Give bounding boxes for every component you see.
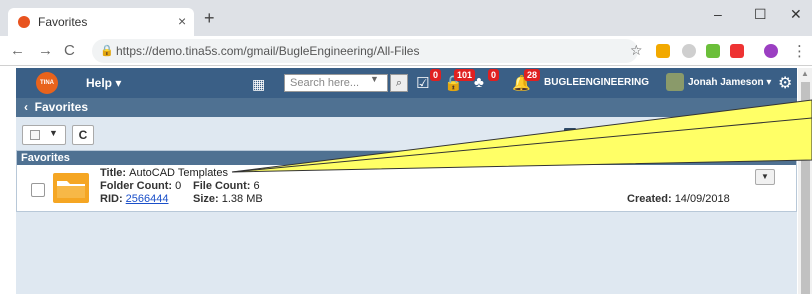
rid-link[interactable]: 2566444 <box>126 193 169 205</box>
scrollbar-thumb[interactable] <box>801 82 810 294</box>
refresh-button[interactable]: C <box>72 125 94 145</box>
alerts-badge: 28 <box>524 69 541 81</box>
browser-tab-bar: Favorites × + – ☐ ✕ <box>0 0 812 36</box>
breadcrumb[interactable]: ‹ Favorites <box>16 98 797 117</box>
search-dropdown-icon[interactable]: ▼ <box>370 74 379 84</box>
avatar[interactable] <box>666 73 684 91</box>
browser-tab[interactable]: Favorites × <box>8 8 194 36</box>
row-checkbox[interactable] <box>31 183 45 197</box>
tasks-icon[interactable]: ☑ <box>416 74 429 92</box>
forward-icon[interactable]: → <box>38 42 53 59</box>
org-chart-icon[interactable]: ♣ <box>474 74 484 91</box>
extension-icon[interactable] <box>706 44 720 58</box>
back-icon[interactable]: ← <box>10 42 25 59</box>
org-badge: 0 <box>488 69 500 81</box>
apps-grid-icon[interactable]: ▦ <box>252 76 265 93</box>
user-menu[interactable]: Jonah Jameson ▾ <box>688 77 771 88</box>
created-value: 14/09/2018 <box>674 193 730 205</box>
size: Size: 1.38 MB <box>193 193 263 205</box>
tab-title: Favorites <box>38 15 88 29</box>
close-window-icon[interactable]: ✕ <box>790 6 802 23</box>
extension-icon[interactable] <box>730 44 744 58</box>
new-tab-icon[interactable]: + <box>204 8 215 29</box>
close-tab-icon[interactable]: × <box>178 13 186 29</box>
image-view-icon[interactable] <box>620 128 632 140</box>
panel-header: Favorites <box>17 151 796 165</box>
gear-icon[interactable]: ⚙ <box>778 73 792 93</box>
url-text: https://demo.tina5s.com/gmail/BugleEngin… <box>116 44 420 58</box>
grid-view-icon[interactable] <box>648 128 660 140</box>
rid-label: RID: <box>100 193 123 205</box>
minimize-icon[interactable]: – <box>714 6 722 22</box>
title-label: Title: <box>100 167 127 179</box>
folder-icon[interactable] <box>53 173 89 203</box>
title-value: AutoCAD Templates <box>129 167 228 179</box>
app-logo[interactable]: TINA <box>36 72 58 94</box>
chevron-down-icon[interactable]: ▼ <box>49 128 58 138</box>
size-label: Size: <box>193 193 219 205</box>
help-menu[interactable]: Help ▾ <box>86 76 121 90</box>
folder-count-label: Folder Count: <box>100 180 173 192</box>
search-icon[interactable]: ⌕ <box>390 74 408 92</box>
rid: RID: 2566444 <box>100 193 169 205</box>
tasks-badge: 0 <box>430 69 442 81</box>
reload-icon[interactable]: C <box>64 42 75 59</box>
breadcrumb-label[interactable]: ‹ Favorites <box>24 100 88 114</box>
lock-icon: 🔒 <box>100 45 114 57</box>
created: Created: 14/09/2018 <box>627 193 730 205</box>
select-all-dropdown[interactable]: ▼ <box>22 125 66 145</box>
item-title: Title: AutoCAD Templates <box>100 167 228 179</box>
main-content: ▼ C Favorites Title: AutoCAD Templates F… <box>16 117 797 294</box>
address-bar[interactable]: 🔒 https://demo.tina5s.com/gmail/BugleEng… <box>92 39 643 63</box>
row-dropdown-button[interactable]: ▼ <box>755 169 775 185</box>
profile-icon[interactable] <box>764 44 778 58</box>
app-header: TINA Help ▾ ▦ Search here... ▼ ⌕ ☑ 0 🔒 1… <box>16 68 797 98</box>
favorites-panel: Favorites Title: AutoCAD Templates Folde… <box>16 150 797 212</box>
scroll-up-icon[interactable]: ▲ <box>801 69 809 78</box>
folder-view-icon[interactable] <box>588 128 600 140</box>
browser-toolbar: ← → C 🔒 https://demo.tina5s.com/gmail/Bu… <box>0 36 812 66</box>
list-view-icon[interactable] <box>564 128 576 140</box>
file-count: File Count: 6 <box>193 180 260 192</box>
folder-count: Folder Count: 0 <box>100 180 181 192</box>
select-all-checkbox[interactable] <box>30 130 40 140</box>
file-count-value: 6 <box>253 180 260 192</box>
locks-badge: 101 <box>454 69 476 81</box>
extension-icon[interactable] <box>682 44 696 58</box>
panel-title: Favorites <box>21 152 70 164</box>
size-value: 1.38 MB <box>221 193 263 205</box>
extension-icon[interactable] <box>656 44 670 58</box>
created-label: Created: <box>627 193 672 205</box>
folder-count-value: 0 <box>175 180 182 192</box>
breadcrumb-text: Favorites <box>34 100 89 114</box>
menu-icon[interactable]: ⋮ <box>792 42 807 60</box>
maximize-icon[interactable]: ☐ <box>754 6 767 23</box>
scrollbar[interactable]: ▲ <box>798 68 812 294</box>
company-name[interactable]: BUGLEENGINEERING <box>544 77 649 88</box>
favicon-icon <box>18 16 30 28</box>
bookmark-star-icon[interactable]: ☆ <box>630 42 643 59</box>
file-count-label: File Count: <box>193 180 251 192</box>
